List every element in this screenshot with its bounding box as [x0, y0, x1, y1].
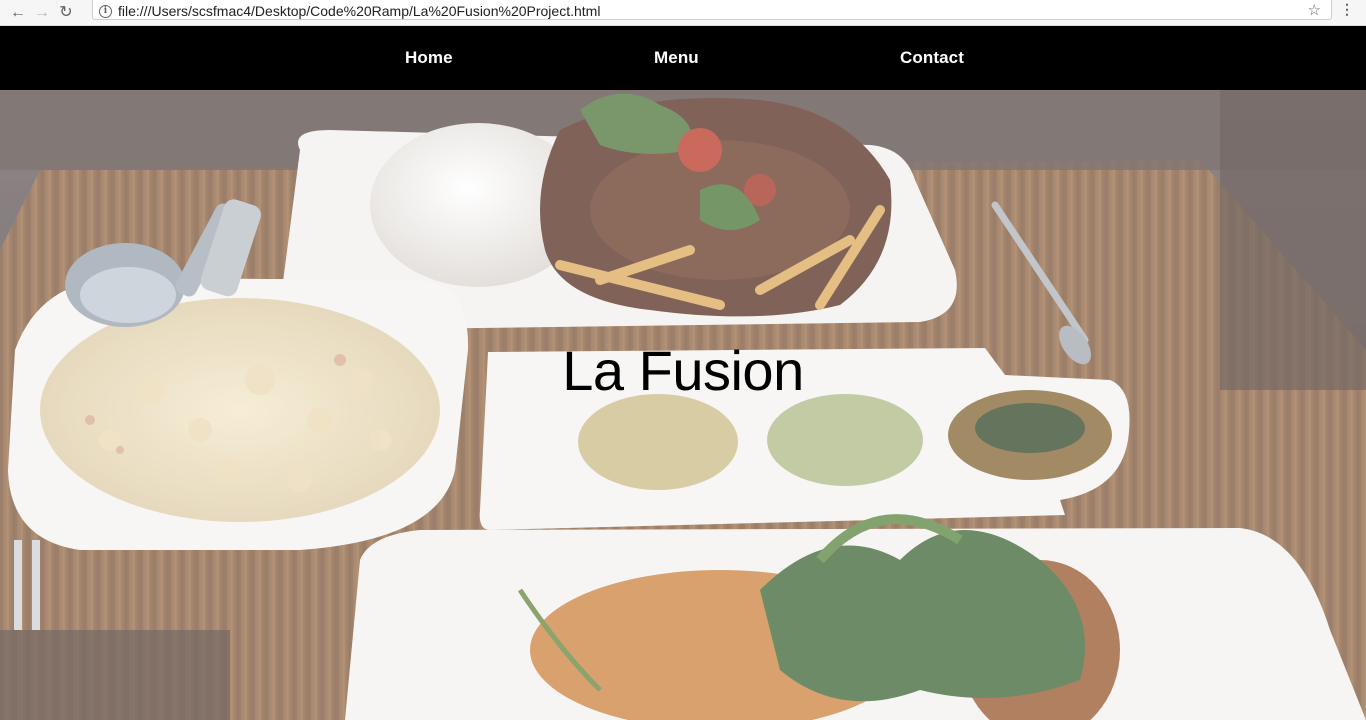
forward-arrow-icon[interactable]: → — [30, 3, 54, 23]
info-icon[interactable]: i — [99, 4, 112, 18]
reload-icon[interactable]: ↻ — [54, 3, 78, 23]
browser-menu-icon[interactable]: ⋮ — [1340, 2, 1354, 16]
url-text[interactable]: file:///Users/scsfmac4/Desktop/Code%20Ra… — [118, 3, 600, 19]
bookmark-star-icon[interactable]: ☆ — [1308, 1, 1321, 19]
address-bar[interactable]: i file:///Users/scsfmac4/Desktop/Code%20… — [92, 0, 1332, 20]
hero-overlay — [0, 90, 1366, 720]
site-navbar: Home Menu Contact — [0, 26, 1366, 90]
hero-title: La Fusion — [562, 339, 804, 402]
nav-link-menu[interactable]: Menu — [654, 48, 699, 68]
browser-toolbar: ← → ↻ i file:///Users/scsfmac4/Desktop/C… — [0, 0, 1366, 26]
back-arrow-icon[interactable]: ← — [6, 3, 30, 23]
nav-link-home[interactable]: Home — [405, 48, 453, 68]
hero-section: La Fusion — [0, 90, 1366, 720]
nav-link-contact[interactable]: Contact — [900, 48, 964, 68]
